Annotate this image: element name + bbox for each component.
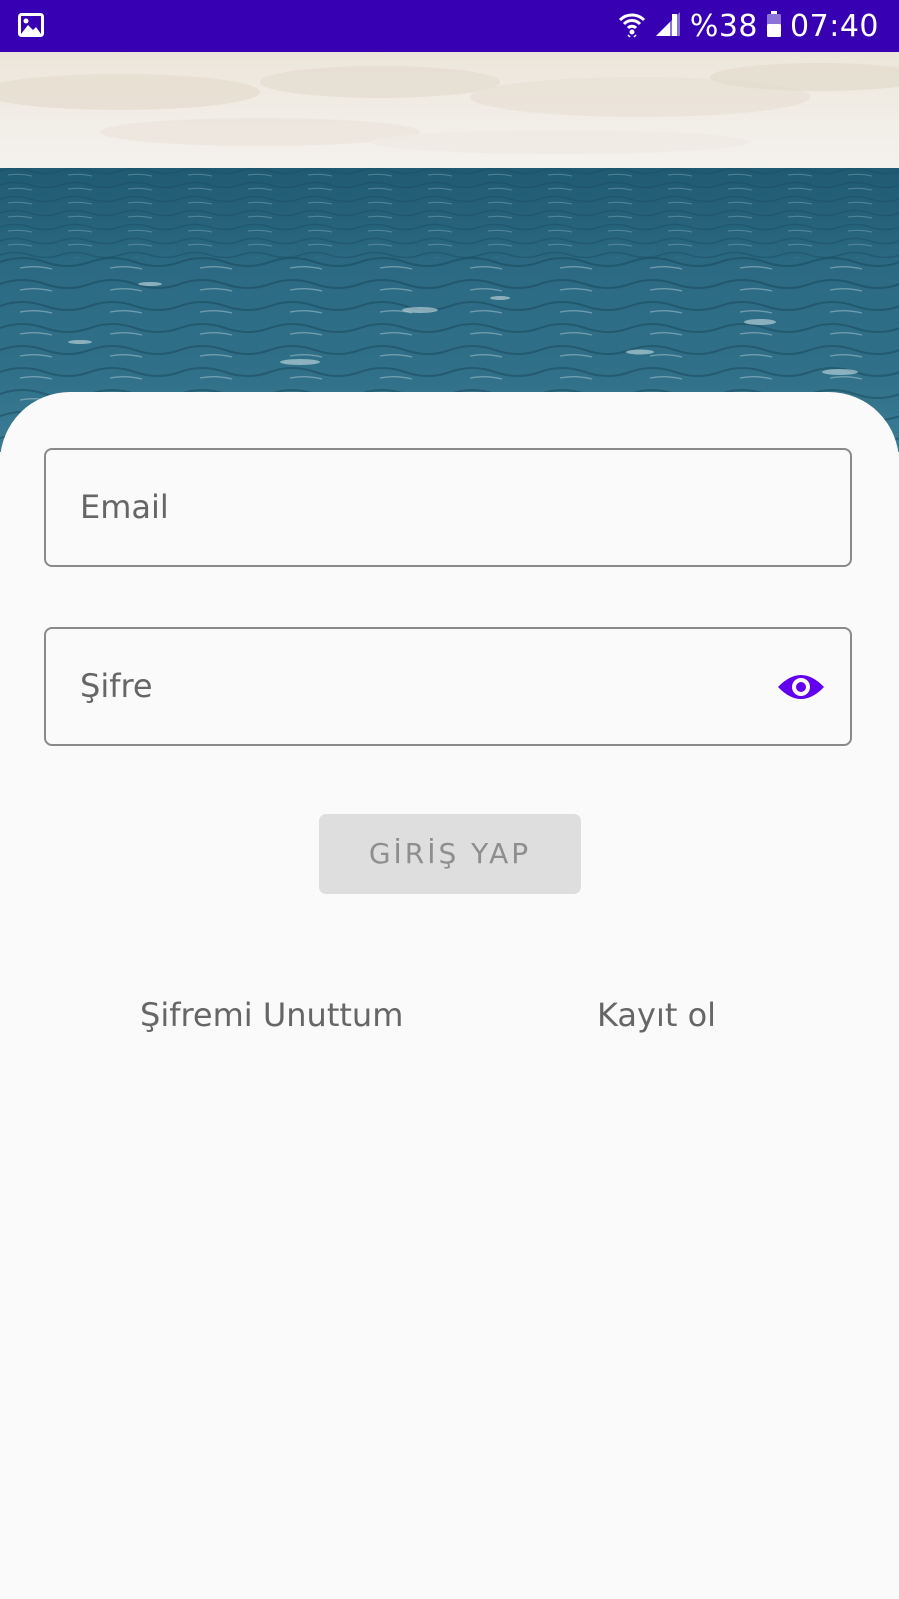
password-field[interactable]: Şifre <box>44 627 852 746</box>
wifi-icon <box>618 10 646 42</box>
battery-icon <box>766 10 782 42</box>
login-button[interactable]: GİRİŞ YAP <box>319 814 581 894</box>
eye-icon[interactable] <box>776 667 826 707</box>
battery-percentage: %38 <box>689 8 759 44</box>
login-screen: %38 07:40 Email Şifre GİRİŞ YAP Şifremi … <box>0 0 899 1599</box>
forgot-password-link[interactable]: Şifremi Unuttum <box>140 996 403 1034</box>
email-field[interactable]: Email <box>44 448 852 567</box>
cellular-signal-icon <box>654 10 682 42</box>
image-icon <box>18 13 44 37</box>
status-indicators: %38 07:40 <box>618 0 879 52</box>
status-time: 07:40 <box>790 8 879 44</box>
login-card: Email Şifre GİRİŞ YAP Şifremi Unuttum Ka… <box>0 392 899 1599</box>
password-placeholder: Şifre <box>80 667 153 705</box>
status-bar: %38 07:40 <box>0 0 899 52</box>
email-placeholder: Email <box>80 488 169 526</box>
register-link[interactable]: Kayıt ol <box>597 996 716 1034</box>
